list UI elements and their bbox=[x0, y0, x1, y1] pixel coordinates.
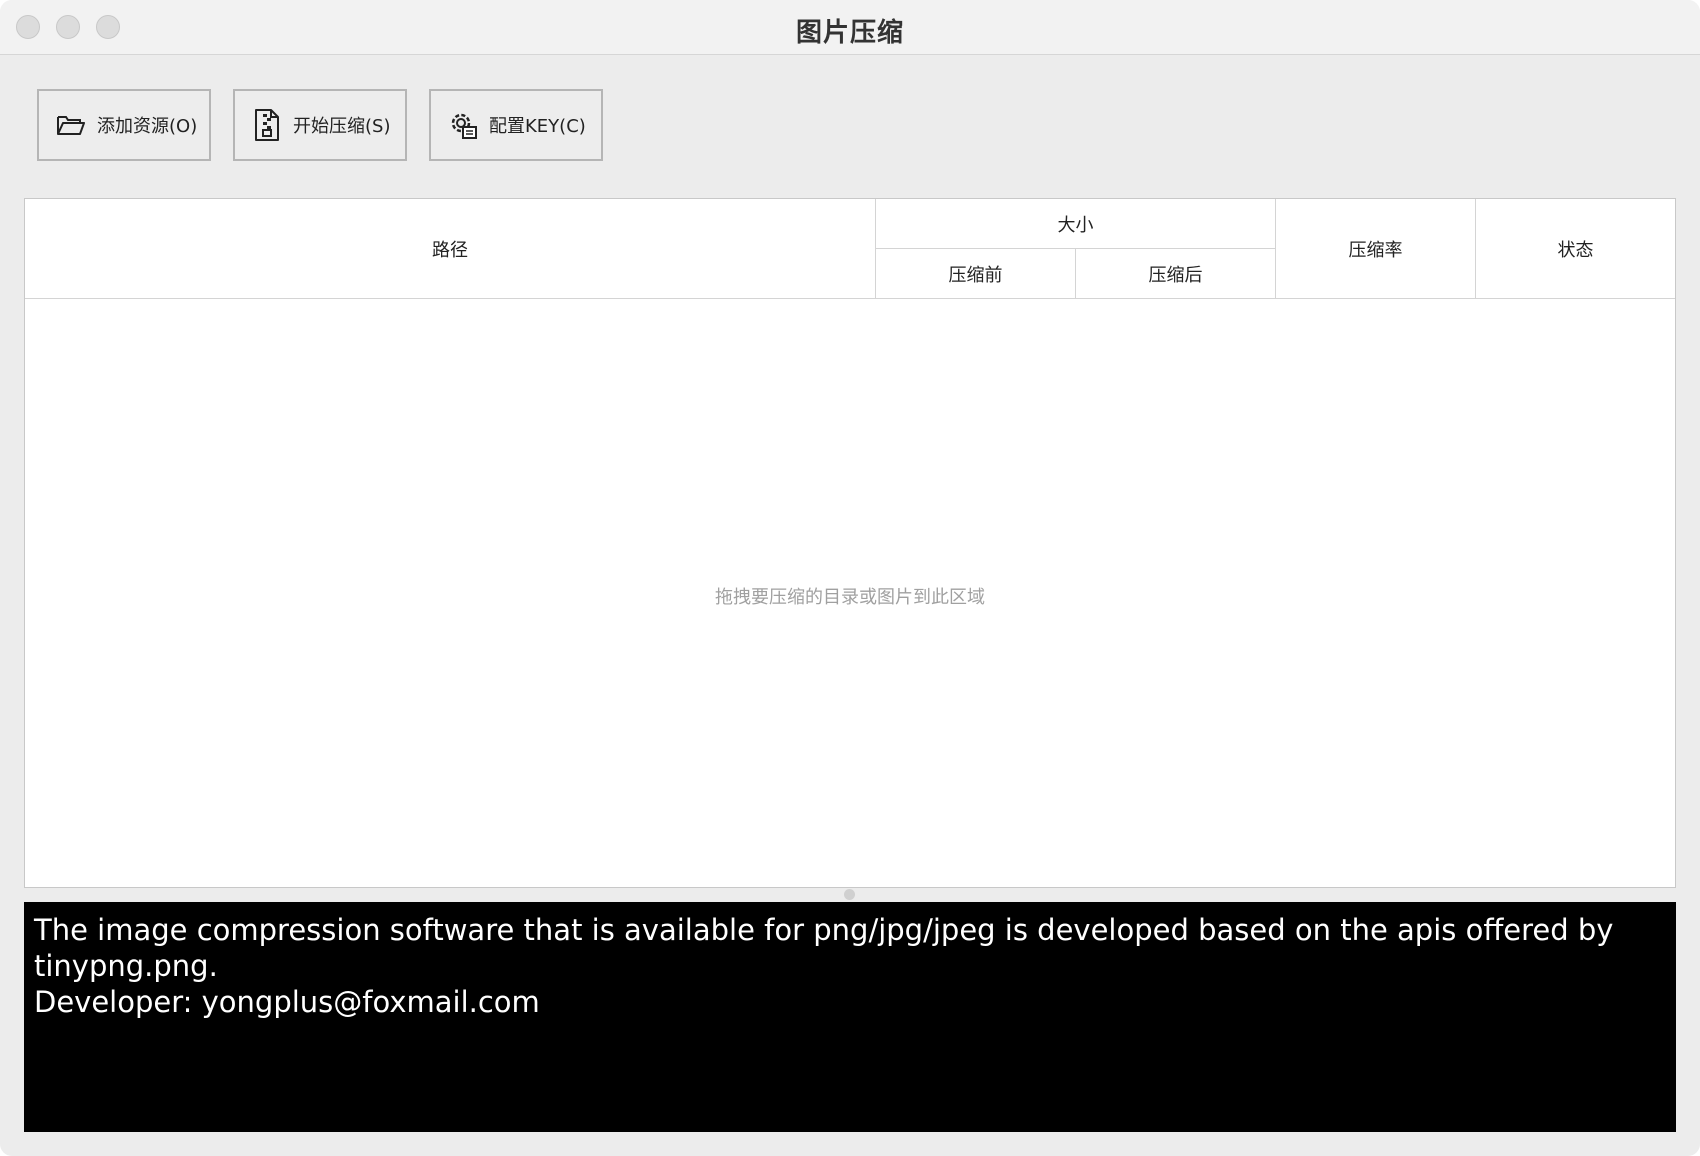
configure-key-label: 配置KEY(C) bbox=[489, 116, 586, 137]
log-console: The image compression software that is a… bbox=[24, 902, 1676, 1132]
configure-key-button[interactable]: 配置KEY(C) bbox=[429, 89, 603, 161]
app-window: 图片压缩 添加资源(O) 开始压缩(S) 配置KEY(C) 路径 大小 压缩前 … bbox=[0, 0, 1700, 1156]
column-header-size-before[interactable]: 压缩前 bbox=[876, 249, 1076, 299]
start-compress-button[interactable]: 开始压缩(S) bbox=[233, 89, 407, 161]
add-resource-label: 添加资源(O) bbox=[97, 116, 198, 137]
start-compress-label: 开始压缩(S) bbox=[293, 116, 391, 137]
column-header-status[interactable]: 状态 bbox=[1476, 199, 1675, 299]
title-bar: 图片压缩 bbox=[0, 0, 1700, 55]
drop-zone-hint: 拖拽要压缩的目录或图片到此区域 bbox=[715, 587, 985, 608]
split-pane-handle[interactable] bbox=[844, 889, 855, 900]
console-line: The image compression software that is a… bbox=[34, 913, 1614, 983]
zip-file-icon bbox=[251, 108, 283, 142]
column-header-path[interactable]: 路径 bbox=[25, 199, 876, 299]
console-line: Developer: yongplus@foxmail.com bbox=[34, 985, 540, 1019]
column-header-size: 大小 bbox=[876, 199, 1276, 249]
settings-gear-icon bbox=[447, 108, 479, 142]
folder-open-icon bbox=[55, 108, 87, 142]
file-table[interactable]: 路径 大小 压缩前 压缩后 压缩率 状态 拖拽要压缩的目录或图片到此区域 bbox=[24, 198, 1676, 888]
column-header-size-after[interactable]: 压缩后 bbox=[1076, 249, 1276, 299]
add-resource-button[interactable]: 添加资源(O) bbox=[37, 89, 211, 161]
window-title: 图片压缩 bbox=[795, 18, 904, 48]
column-header-ratio[interactable]: 压缩率 bbox=[1276, 199, 1476, 299]
